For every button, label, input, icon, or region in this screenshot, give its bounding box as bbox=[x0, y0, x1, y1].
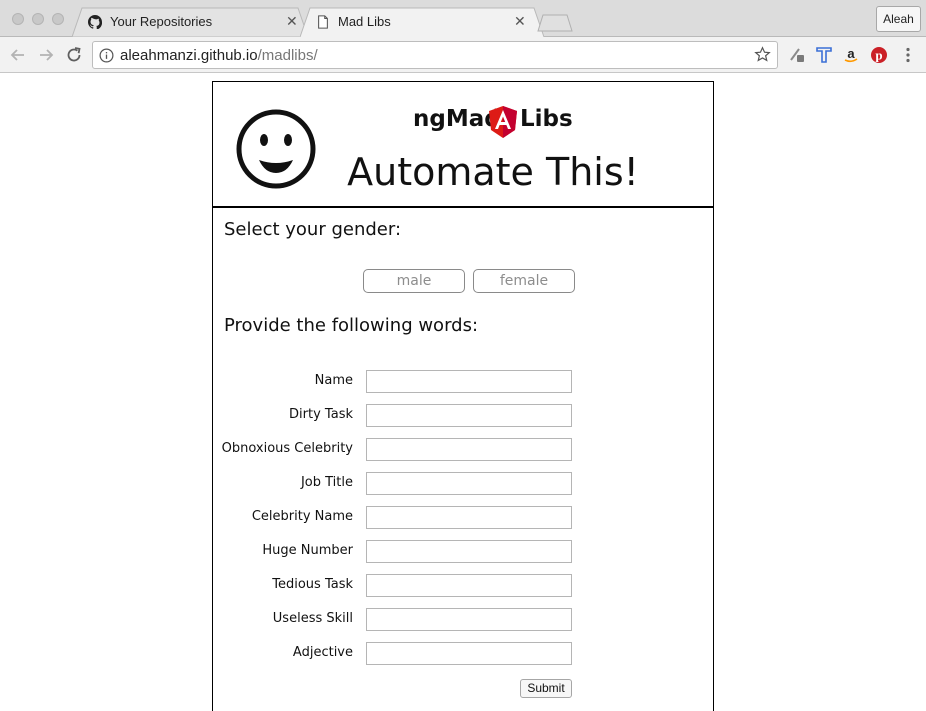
field-label: Dirty Task bbox=[289, 407, 353, 422]
form-row-job-title: Job Title bbox=[213, 472, 713, 496]
back-icon[interactable] bbox=[8, 45, 28, 65]
field-label: Tedious Task bbox=[272, 577, 353, 592]
field-label: Job Title bbox=[300, 475, 353, 490]
window-close-button[interactable] bbox=[12, 13, 24, 25]
form-row-useless-skill: Useless Skill bbox=[213, 608, 713, 632]
url-text: aleahmanzi.github.io/madlibs/ bbox=[120, 47, 318, 64]
form-row-obnoxious-celebrity: Obnoxious Celebrity bbox=[213, 438, 713, 462]
profile-button[interactable]: Aleah bbox=[876, 6, 921, 32]
tab-your-repositories[interactable]: Your Repositories ✕ bbox=[72, 7, 308, 37]
adjective-input[interactable] bbox=[366, 642, 572, 665]
huge-number-input[interactable] bbox=[366, 540, 572, 563]
form-row-huge-number: Huge Number bbox=[213, 540, 713, 564]
brand-left-text: ngMad bbox=[413, 106, 501, 132]
page-title: Automate This! bbox=[347, 150, 639, 194]
address-bar[interactable]: aleahmanzi.github.io/madlibs/ bbox=[92, 41, 778, 69]
github-icon bbox=[88, 15, 102, 29]
field-label: Huge Number bbox=[262, 543, 353, 558]
tab-close-icon[interactable]: ✕ bbox=[286, 13, 298, 30]
tab-shape-active bbox=[300, 7, 544, 37]
svg-text:p: p bbox=[875, 48, 882, 63]
gender-prompt: Select your gender: bbox=[224, 219, 402, 240]
form-row-tedious-task: Tedious Task bbox=[213, 574, 713, 598]
words-prompt: Provide the following words: bbox=[224, 315, 479, 336]
submit-button[interactable]: Submit bbox=[520, 679, 572, 698]
useless-skill-input[interactable] bbox=[366, 608, 572, 631]
info-icon[interactable] bbox=[99, 48, 114, 63]
svg-text:a: a bbox=[847, 46, 855, 61]
male-button[interactable]: male bbox=[363, 269, 465, 293]
form-row-celebrity-name: Celebrity Name bbox=[213, 506, 713, 530]
tab-bar: Your Repositories ✕ Mad Libs ✕ Aleah bbox=[0, 0, 926, 37]
amazon-icon[interactable]: a bbox=[842, 46, 860, 64]
brand-right-text: Libs bbox=[520, 106, 573, 132]
document-icon bbox=[318, 15, 328, 29]
dirty-task-input[interactable] bbox=[366, 404, 572, 427]
field-label: Name bbox=[314, 373, 353, 388]
field-label: Adjective bbox=[292, 645, 353, 660]
app-header: ngMad Libs Automate This! bbox=[213, 82, 713, 208]
obnoxious-celebrity-input[interactable] bbox=[366, 438, 572, 461]
field-label: Celebrity Name bbox=[251, 509, 353, 524]
field-label: Useless Skill bbox=[272, 611, 353, 626]
female-button[interactable]: female bbox=[473, 269, 575, 293]
url-host: aleahmanzi.github.io bbox=[120, 47, 258, 64]
browser-toolbar: aleahmanzi.github.io/madlibs/ a p bbox=[0, 37, 926, 73]
bookmark-star-icon[interactable] bbox=[754, 46, 771, 63]
new-tab-button[interactable] bbox=[537, 14, 573, 32]
name-input[interactable] bbox=[366, 370, 572, 393]
madlibs-app: ngMad Libs Automate This! Select your ge… bbox=[212, 81, 714, 711]
angular-shield-icon bbox=[489, 106, 517, 138]
window-zoom-button[interactable] bbox=[52, 13, 64, 25]
tab-mad-libs[interactable]: Mad Libs ✕ bbox=[300, 7, 544, 37]
extension-lock-icon[interactable] bbox=[788, 46, 806, 64]
celebrity-name-input[interactable] bbox=[366, 506, 572, 529]
extension-t-icon[interactable] bbox=[815, 46, 833, 64]
form-row-name: Name bbox=[213, 370, 713, 394]
pinterest-icon[interactable]: p bbox=[870, 46, 888, 64]
tab-title: Your Repositories bbox=[110, 14, 213, 29]
tedious-task-input[interactable] bbox=[366, 574, 572, 597]
reload-icon[interactable] bbox=[64, 45, 84, 65]
form-row-adjective: Adjective bbox=[213, 642, 713, 666]
form-row-dirty-task: Dirty Task bbox=[213, 404, 713, 428]
tab-title: Mad Libs bbox=[338, 14, 391, 29]
window-minimize-button[interactable] bbox=[32, 13, 44, 25]
field-label: Obnoxious Celebrity bbox=[221, 441, 353, 456]
tab-close-icon[interactable]: ✕ bbox=[514, 13, 526, 30]
menu-dots-icon[interactable] bbox=[899, 46, 917, 64]
forward-icon[interactable] bbox=[36, 45, 56, 65]
url-path: /madlibs/ bbox=[257, 47, 318, 64]
job-title-input[interactable] bbox=[366, 472, 572, 495]
